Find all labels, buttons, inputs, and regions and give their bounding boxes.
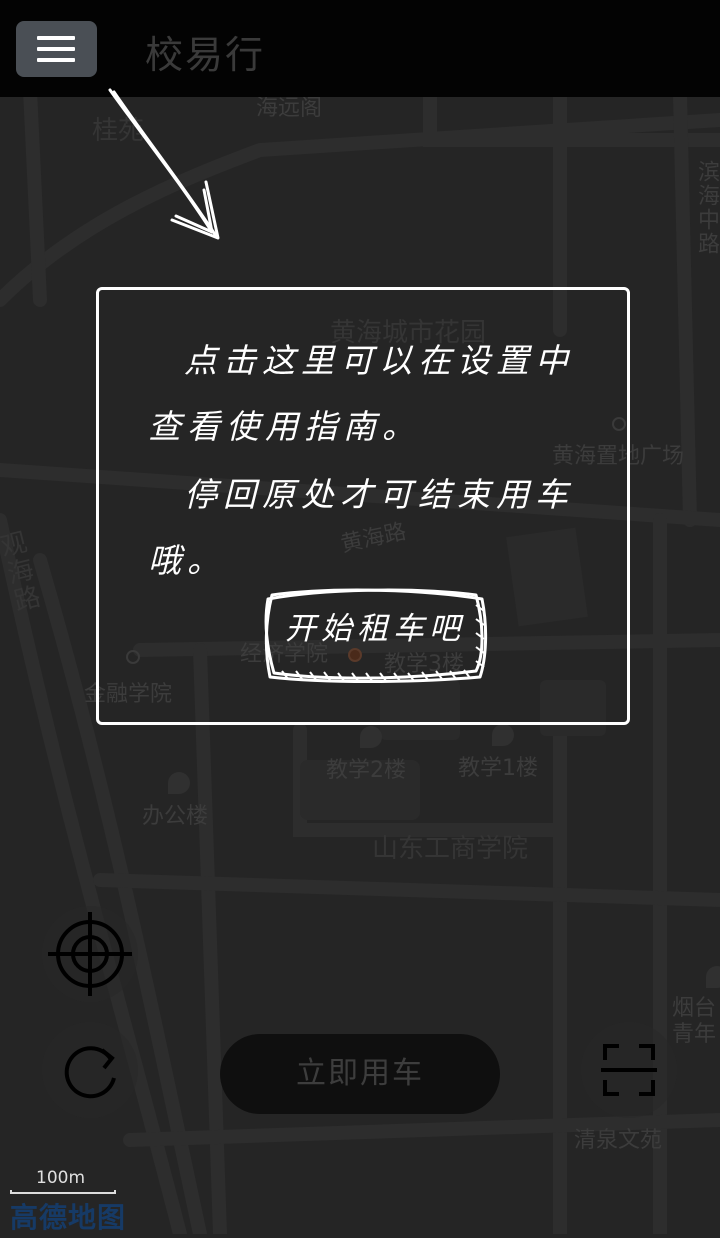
guide-text: 哦。 [148, 541, 226, 580]
menu-button[interactable] [16, 21, 97, 77]
map-scale-bar: 100m [10, 1168, 116, 1194]
map-label: 教学1楼 [458, 756, 538, 781]
arrow-pointer-icon [108, 88, 220, 240]
school-pin-icon [360, 726, 382, 748]
start-ride-button[interactable]: 立即用车 [220, 1034, 500, 1114]
start-renting-label: 开始租车吧 [285, 611, 465, 647]
poi-pin-icon [706, 966, 720, 988]
map-brand-logo: 高德地图 [10, 1201, 127, 1234]
start-renting-button[interactable]: 开始租车吧 [262, 585, 488, 683]
guide-text: 点击这里可以在设置中 [184, 341, 574, 380]
map-label: 教学2楼 [326, 758, 406, 783]
building-pin-icon [168, 772, 190, 794]
map-label: 烟台青年 [672, 996, 717, 1047]
scan-button[interactable] [581, 1022, 677, 1118]
guide-text: 查看使用指南。 [148, 407, 421, 446]
map-label: 滨海中路 [694, 160, 719, 256]
map-label: 山东工商学院 [372, 834, 529, 864]
refresh-button[interactable] [42, 1022, 138, 1118]
refresh-icon [64, 1046, 116, 1099]
locate-button[interactable] [42, 906, 138, 1002]
scale-label: 100m [36, 1168, 86, 1188]
guide-text: 停回原处才可结束用车 [184, 475, 574, 514]
map-label: 清泉文苑 [574, 1128, 663, 1153]
scale-line [10, 1190, 116, 1194]
crosshair-locate-icon [48, 912, 132, 996]
map-label: 办公楼 [142, 804, 209, 829]
app-title: 校易行 [145, 33, 266, 77]
school-pin-icon [492, 724, 514, 746]
scan-qr-icon [601, 1044, 657, 1096]
